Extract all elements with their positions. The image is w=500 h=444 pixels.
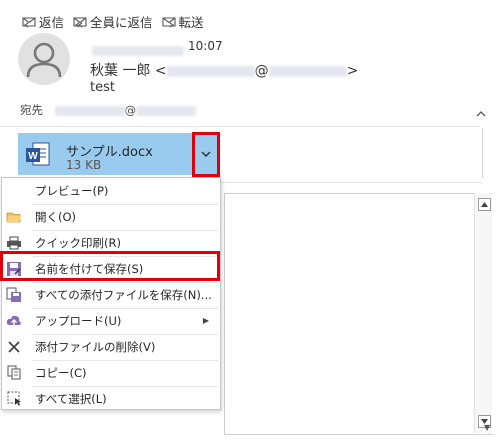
forward-icon xyxy=(161,16,176,27)
reply-button[interactable]: 返信 xyxy=(21,12,64,31)
to-user-redacted xyxy=(54,105,125,116)
header-divider xyxy=(0,126,480,127)
forward-label: 転送 xyxy=(178,15,204,30)
highlight-dropdown xyxy=(192,132,220,177)
sender-line: 秋葉 一郎 < @ > xyxy=(90,60,358,80)
menu-item-preview[interactable]: プレビュー(P) xyxy=(2,178,218,203)
sender-user-redacted xyxy=(166,65,255,77)
message-time: 10:07 xyxy=(188,39,223,53)
copy-icon xyxy=(6,365,22,381)
sender-at: @ xyxy=(254,63,269,79)
svg-text:W: W xyxy=(28,151,38,162)
scroll-up-button[interactable] xyxy=(478,198,491,211)
menu-item-upload[interactable]: アップロード(U) ▶ xyxy=(2,308,218,333)
menu-item-label: クイック印刷(R) xyxy=(35,235,121,250)
select-all-icon xyxy=(6,391,22,407)
menu-item-save-all[interactable]: すべての添付ファイルを保存(N)... xyxy=(2,282,218,307)
to-line: 宛先 @ xyxy=(20,102,197,118)
pane-down-indicator: ▼ xyxy=(484,423,491,432)
reply-all-icon xyxy=(73,16,87,27)
sender-close: > xyxy=(346,63,359,79)
to-label: 宛先 xyxy=(20,103,43,117)
menu-item-label: アップロード(U) xyxy=(35,313,122,328)
vertical-scrollbar[interactable] xyxy=(474,193,492,433)
delete-icon xyxy=(6,339,22,355)
reply-label: 返信 xyxy=(39,15,65,30)
avatar xyxy=(18,33,70,85)
printer-icon xyxy=(6,235,22,251)
sender-name: 秋葉 一郎 < xyxy=(90,63,167,79)
menu-item-label: すべて選択(L) xyxy=(35,391,107,406)
forward-button[interactable]: 転送 xyxy=(161,12,204,31)
menu-item-select-all[interactable]: すべて選択(L) xyxy=(2,386,218,411)
menu-item-remove-attachment[interactable]: 添付ファイルの削除(V) xyxy=(2,334,218,359)
folder-icon xyxy=(6,209,22,225)
date-redacted xyxy=(92,41,184,60)
message-subject: test xyxy=(90,80,115,95)
menu-item-label: すべての添付ファイルを保存(N)... xyxy=(35,287,212,302)
avatar-icon xyxy=(26,42,62,78)
to-at: @ xyxy=(124,103,137,117)
message-body xyxy=(224,193,493,435)
action-bar: 返信 全員に返信 転送 xyxy=(21,12,204,31)
upload-icon xyxy=(6,313,22,329)
sender-domain-redacted xyxy=(268,65,347,77)
menu-item-label: プレビュー(P) xyxy=(35,183,109,198)
menu-item-label: 添付ファイルの削除(V) xyxy=(35,339,156,354)
highlight-save-as xyxy=(0,251,220,281)
reply-icon xyxy=(22,16,36,27)
menu-item-open[interactable]: 開く(O) xyxy=(2,204,218,229)
attachment-size: 13 KB xyxy=(66,158,102,172)
reply-all-button[interactable]: 全員に返信 xyxy=(72,12,153,31)
to-domain-redacted xyxy=(136,105,197,116)
save-all-icon xyxy=(6,287,22,303)
attachment-context-menu: プレビュー(P) 開く(O) クイック印刷(R) 名前を付けて保存(S) すべて… xyxy=(1,177,221,410)
body-divider xyxy=(220,182,482,183)
submenu-arrow-icon: ▶ xyxy=(202,316,209,326)
reply-all-label: 全員に返信 xyxy=(90,15,153,30)
menu-item-label: コピー(C) xyxy=(35,365,87,380)
menu-item-copy[interactable]: コピー(C) xyxy=(2,360,218,385)
word-icon: W xyxy=(24,141,52,173)
header-scroll-line xyxy=(482,128,483,178)
collapse-header-icon[interactable] xyxy=(476,106,486,120)
menu-item-label: 開く(O) xyxy=(35,209,77,224)
